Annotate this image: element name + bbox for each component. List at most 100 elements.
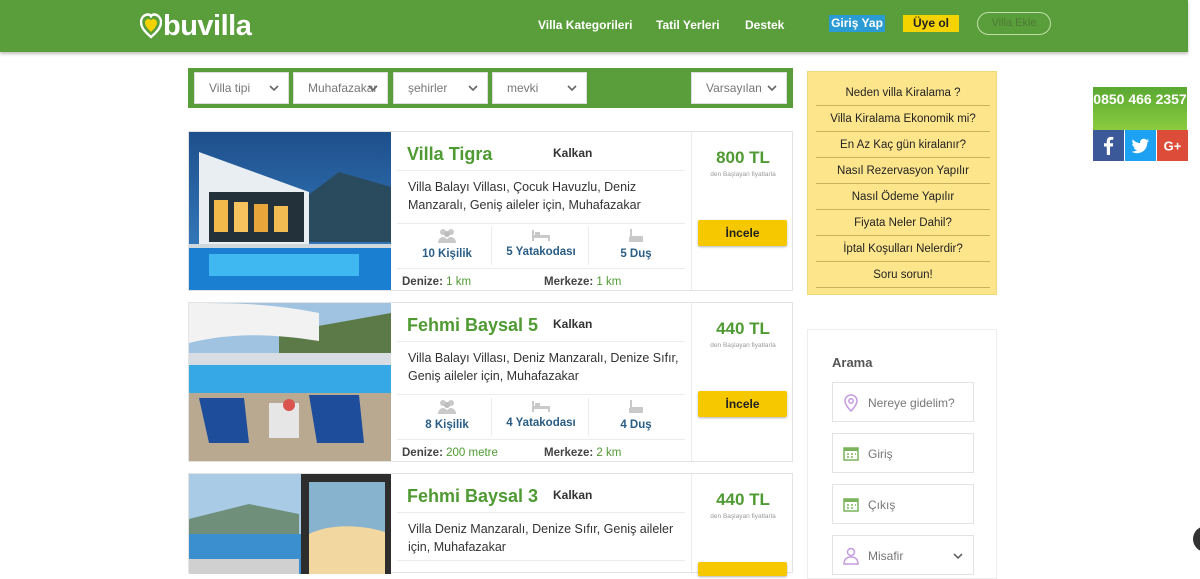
villa-title[interactable]: Villa Tigra (407, 144, 492, 165)
capacity-feature: 10 Kişilik (399, 228, 495, 268)
people-icon (438, 229, 456, 243)
villa-description: Villa Balayı Villası, Deniz Manzaralı, D… (408, 351, 679, 383)
calendar-icon (843, 447, 859, 461)
nav-tatil-yerleri[interactable]: Tatil Yerleri (656, 18, 720, 32)
villa-description: Villa Balayı Villası, Çocuk Havuzlu, Den… (408, 180, 641, 212)
sea-distance: Denize: 200 metre (402, 447, 498, 459)
divider (397, 512, 685, 513)
price-divider (691, 303, 692, 461)
faq-item[interactable]: En Az Kaç gün kiralanır? (816, 132, 990, 158)
showers-feature: 4 Duş (588, 399, 684, 439)
chevron-down-icon (567, 85, 577, 92)
villa-title[interactable]: Fehmi Baysal 5 (407, 315, 538, 336)
bedrooms-label: 4 Yatakodası (506, 417, 576, 429)
sea-distance: Denize: 1 km (402, 276, 471, 288)
divider (491, 398, 492, 436)
villa-photo[interactable] (189, 474, 391, 574)
villa-location: Kalkan (553, 146, 593, 160)
divider (397, 170, 685, 171)
checkin-placeholder: Giriş (868, 447, 893, 461)
villa-title[interactable]: Fehmi Baysal 3 (407, 486, 538, 507)
category-select[interactable]: Muhafazakar (293, 72, 388, 104)
faq-item[interactable]: İptal Koşulları Nelerdir? (816, 236, 990, 262)
listing-card[interactable]: Villa Tigra Kalkan Villa Balayı Villası,… (188, 131, 793, 291)
location-value: mevki (507, 81, 539, 95)
location-select[interactable]: mevki (492, 72, 587, 104)
checkout-placeholder: Çıkış (868, 498, 896, 512)
shower-icon (629, 400, 643, 413)
villa-type-value: Villa tipi (209, 81, 251, 95)
guests-select[interactable]: Misafir (832, 535, 974, 575)
price-divider (691, 132, 692, 290)
view-villa-button[interactable]: İncele (698, 391, 787, 417)
chevron-down-icon (468, 85, 478, 92)
bed-icon (532, 230, 550, 241)
showers-feature: 5 Duş (588, 228, 684, 268)
villa-photo-image (189, 474, 391, 574)
price: 440 TL (716, 490, 770, 509)
center-distance-value: 2 km (596, 447, 622, 459)
sea-distance-value: 1 km (446, 276, 472, 288)
checkin-input[interactable]: Giriş (832, 433, 974, 473)
search-title: Arama (832, 355, 873, 370)
listing-card[interactable]: Fehmi Baysal 5 Kalkan Villa Balayı Villa… (188, 302, 793, 462)
scroll-top-button[interactable] (1193, 526, 1200, 552)
heart-logo-icon (140, 13, 162, 39)
capacity-feature: 8 Kişilik (399, 399, 495, 439)
login-button[interactable]: Giriş Yap (829, 15, 885, 32)
city-select[interactable]: şehirler (393, 72, 488, 104)
villa-photo[interactable] (189, 132, 391, 290)
villa-photo-image (189, 132, 391, 290)
showers-label: 4 Duş (620, 419, 652, 431)
divider (491, 227, 492, 265)
sea-distance-label: Denize: (402, 276, 443, 288)
faq-item[interactable]: Nasıl Ödeme Yapılır (816, 184, 990, 210)
center-distance: Merkeze: 2 km (544, 447, 621, 459)
destination-placeholder: Nereye gidelim? (868, 396, 955, 410)
logo-text: buvilla (163, 10, 252, 42)
villa-photo-image (189, 303, 391, 461)
nav-destek[interactable]: Destek (745, 18, 784, 32)
people-icon (438, 400, 456, 414)
faq-item[interactable]: Nasıl Rezervasyon Yapılır (816, 158, 990, 184)
villa-location: Kalkan (553, 488, 593, 502)
villa-type-select[interactable]: Villa tipi (194, 72, 289, 104)
sort-select[interactable]: Varsayılan (691, 72, 787, 104)
listing-card[interactable]: Fehmi Baysal 3 Kalkan Villa Deniz Manzar… (188, 473, 793, 576)
faq-item[interactable]: Neden villa Kiralama ? (816, 80, 990, 106)
checkout-input[interactable]: Çıkış (832, 484, 974, 524)
location-pin-icon (844, 394, 858, 412)
register-button[interactable]: Üye ol (903, 15, 959, 32)
bed-icon (532, 401, 550, 412)
sort-value: Varsayılan (706, 81, 762, 95)
twitter-icon (1125, 130, 1156, 161)
divider (397, 439, 685, 440)
user-icon (843, 547, 859, 565)
chevron-down-icon (368, 85, 378, 92)
facebook-button[interactable] (1093, 130, 1124, 161)
faq-item[interactable]: Soru sorun! (816, 262, 990, 288)
destination-input[interactable]: Nereye gidelim? (832, 382, 974, 422)
google-plus-button[interactable]: G+ (1157, 130, 1188, 161)
sea-distance-value: 200 metre (446, 447, 498, 459)
city-value: şehirler (408, 81, 448, 95)
add-villa-button[interactable]: Villa Ekle (977, 12, 1051, 35)
phone-number[interactable]: 0850 466 2357 (1093, 87, 1187, 130)
view-villa-button[interactable]: İncele (698, 220, 787, 246)
nav-villa-kategorileri[interactable]: Villa Kategorileri (538, 18, 632, 32)
svg-text:G+: G+ (1164, 139, 1182, 154)
faq-box: Neden villa Kiralama ? Villa Kiralama Ek… (807, 71, 997, 295)
twitter-button[interactable] (1125, 130, 1156, 161)
villa-photo[interactable] (189, 303, 391, 461)
google-plus-icon: G+ (1157, 130, 1188, 161)
showers-label: 5 Duş (620, 248, 652, 260)
price: 800 TL (716, 148, 770, 167)
faq-item[interactable]: Villa Kiralama Ekonomik mi? (816, 106, 990, 132)
center-distance: Merkeze: 1 km (544, 276, 621, 288)
divider (397, 268, 685, 269)
price-divider (691, 474, 692, 574)
shower-icon (629, 229, 643, 242)
site-logo[interactable]: buvilla (140, 10, 252, 42)
view-villa-button[interactable] (698, 562, 787, 576)
faq-item[interactable]: Fiyata Neler Dahil? (816, 210, 990, 236)
